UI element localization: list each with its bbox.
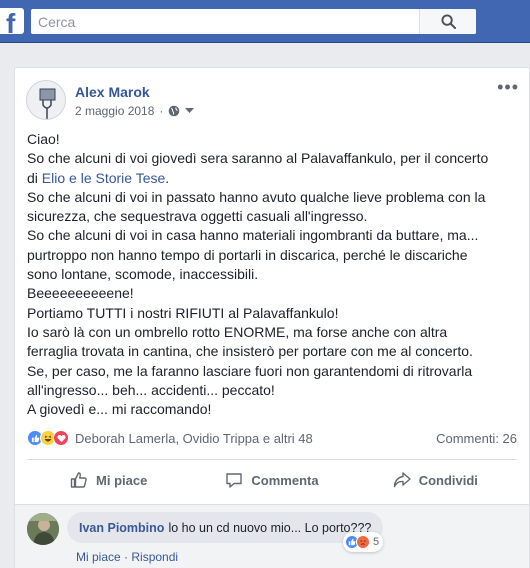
meta-separator: · bbox=[159, 104, 164, 118]
post-actions: Mi piace Commenta Condividi bbox=[27, 461, 517, 499]
comment-text: lo ho un cd nuovo mio... Lo porto??? bbox=[168, 520, 372, 535]
speech-bubble-icon bbox=[226, 473, 243, 488]
commenter-avatar-image bbox=[27, 513, 59, 545]
post-line: A giovedì e... mi raccomando! bbox=[27, 401, 212, 418]
reactions-summary: Deborah Lamerla, Ovidio Trippa e altri 4… bbox=[27, 428, 517, 448]
angry-reaction-icon bbox=[356, 535, 370, 549]
post-meta: 2 maggio 2018 · bbox=[75, 104, 195, 118]
post-date[interactable]: 2 maggio 2018 bbox=[75, 104, 154, 118]
comments-count[interactable]: Commenti: 26 bbox=[436, 431, 517, 446]
love-reaction-icon bbox=[53, 430, 69, 446]
facebook-logo[interactable]: f bbox=[0, 8, 24, 34]
post-line: Se, per caso, me la faranno lasciare fuo… bbox=[27, 362, 473, 379]
like-button[interactable]: Mi piace bbox=[27, 461, 190, 499]
comment-reaction-count: 5 bbox=[373, 536, 380, 548]
search-icon bbox=[440, 14, 456, 29]
post-line: Ciao! bbox=[27, 131, 60, 147]
band-page-link[interactable]: Elio e le Storie Tese bbox=[42, 170, 165, 186]
reaction-icons[interactable] bbox=[27, 430, 69, 446]
commenter-name[interactable]: Ivan Piombino bbox=[79, 521, 164, 535]
search-input[interactable] bbox=[31, 9, 419, 34]
facebook-logo-letter: f bbox=[6, 8, 16, 35]
comment-button[interactable]: Commenta bbox=[190, 461, 353, 499]
like-button-label: Mi piace bbox=[96, 472, 148, 488]
search-button[interactable] bbox=[419, 9, 476, 34]
share-arrow-icon bbox=[393, 472, 411, 488]
commenter-avatar[interactable] bbox=[27, 513, 59, 545]
comment-actions: Mi piace · Rispondi bbox=[76, 550, 178, 564]
post-line: Beeeeeeeeeene! bbox=[27, 285, 134, 302]
post-text-fragment: . bbox=[165, 169, 170, 186]
comment-reactions[interactable]: 5 bbox=[343, 532, 384, 552]
comment-actions-separator: · bbox=[124, 550, 129, 564]
comment-bubble: Ivan Piombino lo ho un cd nuovo mio... L… bbox=[67, 512, 384, 543]
post-line: di Elio e le Storie Tese. bbox=[27, 169, 517, 188]
share-button[interactable]: Condividi bbox=[354, 461, 517, 499]
top-navigation-bar: f bbox=[0, 0, 530, 43]
post-text-fragment: di bbox=[27, 169, 42, 186]
post-line: So che alcuni di voi giovedì sera sarann… bbox=[27, 150, 489, 167]
reaction-names[interactable]: Deborah Lamerla, Ovidio Trippa e altri 4… bbox=[75, 431, 313, 446]
comment-button-label: Commenta bbox=[251, 472, 319, 488]
share-button-label: Condividi bbox=[418, 472, 478, 488]
post-line: sono lontane, scomode, inaccessibili. bbox=[27, 266, 259, 283]
post-card: Alex Marok 2 maggio 2018 · ••• Ciao! So … bbox=[14, 67, 530, 568]
post-line: sicurezza, che sequestrava oggetti casua… bbox=[27, 208, 368, 225]
post-line: So che alcuni di voi in passato hanno av… bbox=[27, 188, 486, 205]
divider bbox=[27, 459, 517, 460]
post-line: Portiamo TUTTI i nostri RIFIUTI al Palav… bbox=[27, 304, 339, 321]
post-options-button[interactable]: ••• bbox=[497, 78, 519, 96]
comment-like-link[interactable]: Mi piace bbox=[76, 550, 121, 564]
comments-section: Ivan Piombino lo ho un cd nuovo mio... L… bbox=[15, 504, 529, 568]
globe-icon[interactable] bbox=[168, 105, 180, 117]
privacy-dropdown-icon[interactable] bbox=[185, 108, 195, 114]
thumbs-up-icon bbox=[70, 472, 87, 488]
search-bar bbox=[31, 9, 476, 34]
post-author-name[interactable]: Alex Marok bbox=[75, 84, 150, 100]
avatar-image bbox=[27, 81, 65, 119]
author-avatar[interactable] bbox=[26, 80, 66, 120]
comment-reply-link[interactable]: Rispondi bbox=[131, 550, 178, 564]
post-line: Io sarò là con un ombrello rotto ENORME,… bbox=[27, 323, 448, 340]
post-line: purtroppo non hanno tempo di portarli in… bbox=[27, 246, 468, 263]
post-line: all'ingresso... beh... accidenti... pecc… bbox=[27, 381, 275, 398]
post-text: Ciao! So che alcuni di voi giovedì sera … bbox=[27, 130, 517, 419]
post-line: ferraglia trovata in cantina, che insist… bbox=[27, 343, 473, 360]
post-line: So che alcuni di voi in casa hanno mater… bbox=[27, 227, 479, 244]
